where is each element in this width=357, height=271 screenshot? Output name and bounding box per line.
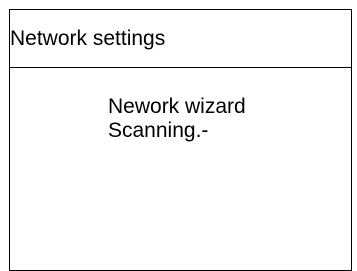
wizard-title: Nework wizard	[108, 95, 246, 118]
title-bar: Network settings	[10, 10, 351, 68]
device-screen: Network settings Nework wizard Scanning.…	[9, 9, 352, 271]
page-title: Network settings	[10, 27, 166, 50]
wizard-status: Nework wizard Scanning.-	[108, 95, 246, 143]
scanning-status: Scanning.-	[108, 119, 209, 142]
